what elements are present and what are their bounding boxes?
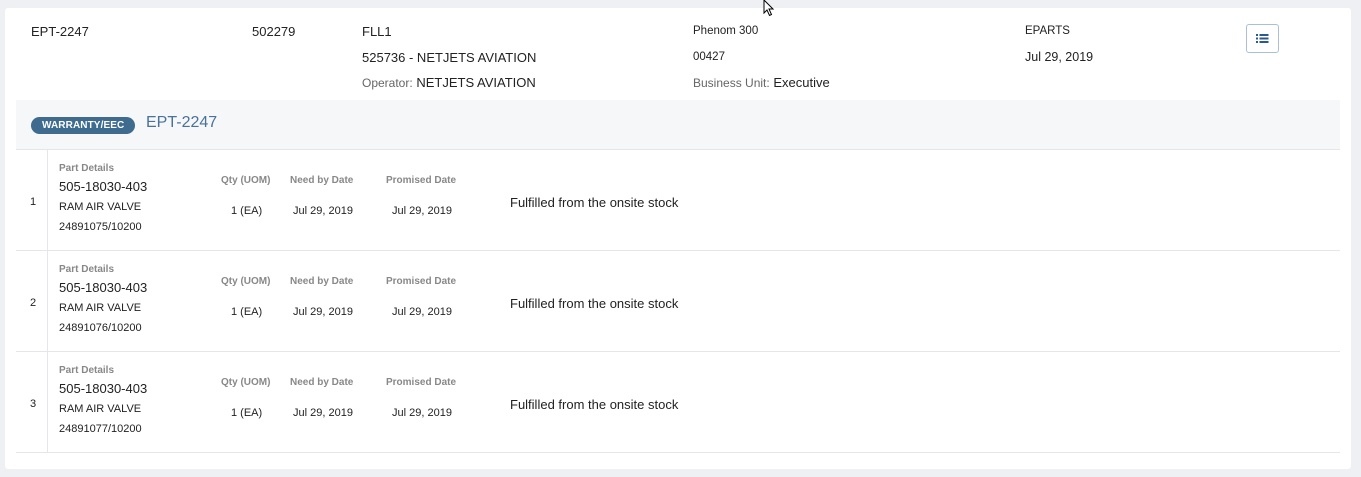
operator-label: Operator: — [362, 76, 413, 90]
fulfillment-status: Fulfilled from the onsite stock — [510, 195, 679, 210]
order-date: Jul 29, 2019 — [1025, 50, 1094, 64]
business-unit-field: Business Unit: Executive — [693, 75, 830, 90]
aircraft-model: Phenom 300 — [693, 25, 759, 37]
qty-label: Qty (UOM) — [221, 175, 271, 186]
promised-value: Jul 29, 2019 — [392, 407, 452, 419]
part-number: 505-18030-403 — [59, 179, 148, 194]
mouse-cursor-icon — [763, 0, 775, 17]
promised-label: Promised Date — [386, 276, 457, 287]
line-index: 3 — [30, 398, 37, 410]
need-by-value: Jul 29, 2019 — [293, 205, 353, 217]
line-index: 1 — [30, 196, 37, 208]
qty-value: 1 (EA) — [231, 306, 263, 318]
part-number: 505-18030-403 — [59, 381, 148, 396]
qty-label: Qty (UOM) — [221, 276, 271, 287]
business-unit-value: Executive — [773, 75, 830, 90]
line-item-row: 2 Part Details 505-18030-403 RAM AIR VAL… — [16, 251, 1340, 352]
need-by-label: Need by Date — [290, 276, 354, 287]
part-description: RAM AIR VALVE — [59, 302, 142, 314]
part-details-label: Part Details — [59, 163, 115, 174]
need-by-value: Jul 29, 2019 — [293, 306, 353, 318]
qty-value: 1 (EA) — [231, 407, 263, 419]
operator-value: NETJETS AVIATION — [416, 75, 536, 90]
list-icon — [1256, 34, 1269, 43]
line-item-row: 3 Part Details 505-18030-403 RAM AIR VAL… — [16, 352, 1340, 453]
qty-label: Qty (UOM) — [221, 377, 271, 388]
qty-value: 1 (EA) — [231, 205, 263, 217]
line-index: 2 — [30, 297, 37, 309]
promised-value: Jul 29, 2019 — [392, 205, 452, 217]
fulfillment-status: Fulfilled from the onsite stock — [510, 296, 679, 311]
section-title: EPT-2247 — [146, 114, 218, 131]
part-reference: 24891076/10200 — [59, 322, 142, 334]
order-card: EPT-2247 502279 FLL1 525736 - NETJETS AV… — [5, 8, 1351, 469]
need-by-label: Need by Date — [290, 175, 354, 186]
business-unit-label: Business Unit: — [693, 76, 770, 90]
account-number: 502279 — [252, 24, 296, 39]
part-reference: 24891077/10200 — [59, 423, 142, 435]
need-by-label: Need by Date — [290, 377, 354, 388]
part-details-label: Part Details — [59, 365, 115, 376]
line-item-row: 1 Part Details 505-18030-403 RAM AIR VAL… — [16, 150, 1340, 251]
order-source: EPARTS — [1025, 25, 1070, 37]
part-description: RAM AIR VALVE — [59, 403, 142, 415]
customer-name: 525736 - NETJETS AVIATION — [362, 50, 537, 65]
aircraft-serial: 00427 — [693, 51, 725, 63]
promised-value: Jul 29, 2019 — [392, 306, 452, 318]
part-details-label: Part Details — [59, 264, 115, 275]
warranty-badge: WARRANTY/EEC — [31, 117, 136, 134]
order-section-header: WARRANTY/EEC EPT-2247 — [16, 100, 1340, 150]
order-id: EPT-2247 — [31, 24, 89, 39]
part-description: RAM AIR VALVE — [59, 201, 142, 213]
part-reference: 24891075/10200 — [59, 221, 142, 233]
fulfillment-status: Fulfilled from the onsite stock — [510, 397, 679, 412]
station-code: FLL1 — [362, 24, 392, 39]
part-number: 505-18030-403 — [59, 280, 148, 295]
promised-label: Promised Date — [386, 175, 457, 186]
menu-button[interactable] — [1246, 24, 1279, 53]
operator-field: Operator: NETJETS AVIATION — [362, 75, 536, 90]
promised-label: Promised Date — [386, 377, 457, 388]
need-by-value: Jul 29, 2019 — [293, 407, 353, 419]
